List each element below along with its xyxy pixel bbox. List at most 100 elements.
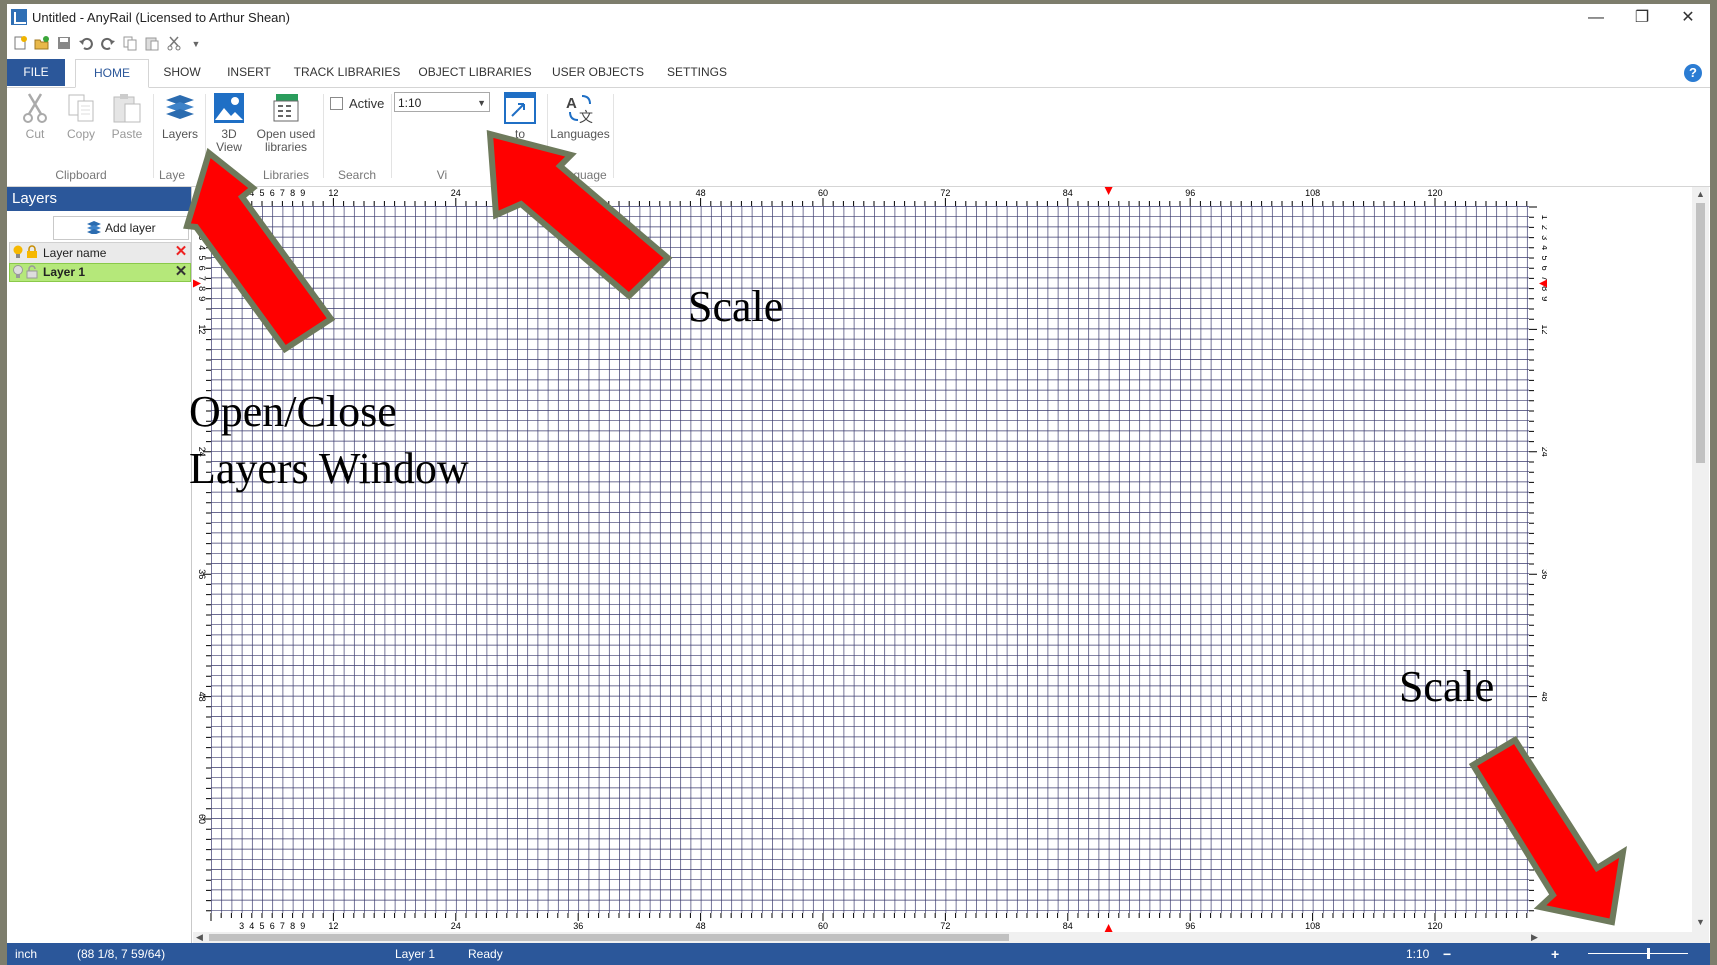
fit-to-window-button[interactable]: to ndow (495, 92, 545, 154)
ruler-label: 72 (940, 921, 950, 931)
horizontal-scrollbar[interactable]: ◀ ▶ (193, 932, 1709, 943)
redo-icon[interactable] (99, 35, 117, 53)
layer-row[interactable]: Layer 1 ✕ (9, 263, 191, 282)
ruler-label: 12 (328, 188, 338, 198)
ruler-label: 1 (1540, 215, 1547, 220)
scale-value: 1:10 (398, 96, 422, 110)
add-layer-button[interactable]: Add layer (53, 216, 189, 240)
close-button[interactable]: ✕ (1665, 4, 1710, 31)
scroll-down-icon[interactable]: ▼ (1696, 917, 1705, 927)
cursor-marker (1104, 924, 1113, 932)
copy-button[interactable]: Copy (59, 92, 103, 141)
ruler-label: 48 (696, 188, 706, 198)
ribbon-home: Cut Copy Paste Clipboard Layers Laye 3D … (7, 88, 1710, 187)
ruler-label: 8 (290, 921, 295, 931)
scale-select[interactable]: 1:10 ▼ (394, 92, 490, 112)
visibility-lightbulb-icon[interactable] (12, 265, 24, 279)
cut-icon[interactable] (165, 35, 183, 53)
ruler-label: 96 (1185, 188, 1195, 198)
horizontal-scroll-thumb[interactable] (209, 934, 1009, 941)
grid-lines (211, 206, 1529, 913)
delete-layer-icon[interactable]: ✕ (173, 263, 189, 281)
ruler-label: 4 (197, 245, 207, 250)
ruler-label: 36 (197, 569, 207, 579)
languages-button[interactable]: A文 Languages (549, 92, 611, 141)
layout-canvas[interactable]: 34567891224364860728496108120132 1234567… (193, 187, 1709, 943)
delete-all-icon[interactable]: ✕ (173, 243, 189, 261)
paste-button[interactable]: Paste (105, 92, 149, 141)
cursor-marker (1104, 187, 1113, 195)
cursor-coordinates: (88 1/8, 7 59/64) (77, 947, 166, 961)
grid-canvas[interactable] (211, 206, 1529, 913)
tab-object-libraries[interactable]: OBJECT LIBRARIES (415, 59, 535, 86)
vertical-scroll-thumb[interactable] (1696, 203, 1705, 463)
ruler-ticks (210, 198, 1528, 206)
ruler-label: 24 (451, 921, 461, 931)
ruler-label: 4 (1540, 245, 1547, 250)
layers-button[interactable]: Layers (157, 92, 203, 141)
zoom-slider[interactable] (1588, 953, 1688, 954)
ruler-label: 6 (270, 188, 275, 198)
scroll-right-icon[interactable]: ▶ (1531, 932, 1538, 943)
active-label: Active (349, 96, 385, 111)
ruler-label: 36 (573, 188, 583, 198)
ribbon-tabs: FILE HOME SHOW INSERT TRACK LIBRARIES OB… (7, 59, 1710, 88)
tab-show[interactable]: SHOW (157, 59, 207, 86)
tab-file[interactable]: FILE (7, 59, 65, 86)
tab-insert[interactable]: INSERT (219, 59, 279, 86)
tab-settings[interactable]: SETTINGS (661, 59, 733, 86)
ruler-label: 48 (696, 921, 706, 931)
open-used-libraries-button[interactable]: Open used libraries (253, 92, 319, 154)
cut-button[interactable]: Cut (13, 92, 57, 141)
ruler-label: 3 (197, 235, 207, 240)
ruler-label: 60 (197, 814, 207, 824)
group-separator (613, 94, 614, 178)
ruler-label: 4 (249, 188, 254, 198)
ruler-label: 8 (290, 188, 295, 198)
zoom-slider-thumb[interactable] (1647, 948, 1650, 959)
layers-group-label: Laye (158, 168, 186, 182)
group-separator (391, 94, 392, 178)
tab-user-objects[interactable]: USER OBJECTS (547, 59, 649, 86)
new-file-icon[interactable] (11, 35, 29, 53)
open-file-icon[interactable] (33, 35, 51, 53)
customize-dropdown-icon[interactable]: ▼ (187, 35, 205, 53)
ruler-label: 36 (573, 921, 583, 931)
restore-button[interactable]: ❐ (1619, 4, 1665, 31)
chevron-down-icon: ▼ (477, 98, 486, 108)
checkbox-box[interactable] (330, 97, 343, 110)
ruler-label: 3 (239, 921, 244, 931)
vertical-scrollbar[interactable]: ▲ ▼ (1692, 187, 1709, 932)
ruler-ticks (1529, 206, 1537, 912)
status-bar: inch (88 1/8, 7 59/64) Layer 1 Ready 1:1… (7, 943, 1710, 965)
ruler-label: 84 (1063, 188, 1073, 198)
tab-home[interactable]: HOME (75, 59, 149, 88)
zoom-in-button[interactable]: + (1551, 943, 1559, 965)
search-group-label: Search (337, 168, 377, 182)
paste-icon[interactable] (143, 35, 161, 53)
view-group-label: Vi (436, 168, 448, 182)
layers-label: Layers (161, 127, 199, 141)
active-search-checkbox[interactable]: Active (330, 96, 384, 111)
zoom-out-button[interactable]: − (1443, 943, 1451, 965)
minimize-button[interactable]: — (1573, 4, 1619, 31)
horizontal-ruler-top: 34567891224364860728496108120132 (210, 187, 1530, 206)
undo-icon[interactable] (77, 35, 95, 53)
save-icon[interactable] (55, 35, 73, 53)
tab-track-libraries[interactable]: TRACK LIBRARIES (291, 59, 403, 86)
3d-view-button[interactable]: 3D View (207, 92, 251, 154)
layer-lock-icon[interactable] (26, 265, 38, 279)
help-icon[interactable]: ? (1684, 64, 1702, 82)
translate-icon: A文 (564, 92, 596, 126)
app-window: Untitled - AnyRail (Licensed to Arthur S… (7, 4, 1710, 965)
current-layer: Layer 1 (395, 947, 436, 961)
languages-label: Languages (550, 127, 610, 141)
ruler-label: 9 (300, 921, 305, 931)
scroll-left-icon[interactable]: ◀ (196, 932, 203, 943)
scroll-up-icon[interactable]: ▲ (1696, 189, 1705, 199)
clipboard-group-label: Clipboard (55, 168, 107, 182)
ruler-label: 24 (451, 188, 461, 198)
ruler-label: 4 (249, 921, 254, 931)
copy-icon[interactable] (121, 35, 139, 53)
ruler-label: 6 (1540, 266, 1547, 271)
